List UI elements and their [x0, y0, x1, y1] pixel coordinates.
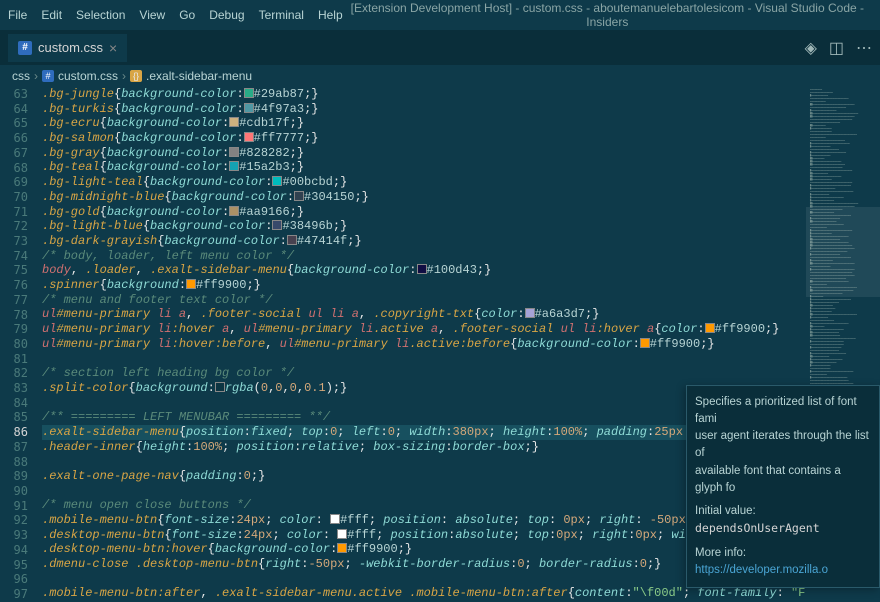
tooltip-initial-value: dependsOnUserAgent	[695, 521, 820, 535]
code-line[interactable]: .mobile-menu-btn:after, .exalt-sidebar-m…	[42, 586, 806, 601]
tooltip-more-info-label: More info:	[695, 547, 746, 559]
menu-item-view[interactable]: View	[139, 8, 165, 22]
css-file-icon: #	[18, 41, 32, 55]
breadcrumb-folder[interactable]: css	[12, 69, 30, 83]
hover-tooltip: Specifies a prioritized list of font fam…	[686, 385, 880, 589]
code-line[interactable]: .bg-jungle{background-color:#29ab87;}	[42, 87, 806, 102]
code-line[interactable]: .bg-teal{background-color:#15a2b3;}	[42, 160, 806, 175]
css-file-icon: #	[42, 70, 54, 82]
code-line[interactable]: .bg-light-teal{background-color:#00bcbd;…	[42, 175, 806, 190]
code-line[interactable]: .bg-dark-grayish{background-color:#47414…	[42, 234, 806, 249]
more-actions-icon[interactable]: ⋯	[856, 38, 872, 58]
tab-bar: # custom.css × ◈ ◫ ⋯	[0, 30, 880, 65]
code-line[interactable]: /* menu and footer text color */	[42, 293, 806, 308]
tooltip-link[interactable]: https://developer.mozilla.o	[695, 564, 828, 576]
code-line[interactable]: ul#menu-primary li:hover:before, ul#menu…	[42, 337, 806, 352]
menubar: File Edit Selection View Go Debug Terminal Help	[8, 8, 343, 22]
code-line[interactable]: /* body, loader, left menu color */	[42, 249, 806, 264]
menu-item-edit[interactable]: Edit	[41, 8, 62, 22]
window-title: [Extension Development Host] - custom.cs…	[343, 1, 872, 29]
tab-label: custom.css	[38, 40, 103, 55]
code-line[interactable]	[42, 351, 806, 366]
go-to-next-problem-icon[interactable]: ◈	[805, 38, 817, 58]
breadcrumbs[interactable]: css › # custom.css › {} .exalt-sidebar-m…	[0, 65, 880, 87]
code-line[interactable]: .bg-light-blue{background-color:#38496b;…	[42, 219, 806, 234]
chevron-right-icon: ›	[34, 69, 38, 83]
minimap-thumb[interactable]	[806, 207, 880, 297]
menu-item-terminal[interactable]: Terminal	[259, 8, 304, 22]
code-line[interactable]: .bg-gold{background-color:#aa9166;}	[42, 205, 806, 220]
titlebar: File Edit Selection View Go Debug Terminal Help…	[0, 0, 880, 30]
code-line[interactable]: .bg-gray{background-color:#828282;}	[42, 146, 806, 161]
code-line[interactable]: /* section left heading bg color */	[42, 366, 806, 381]
menu-item-file[interactable]: File	[8, 8, 27, 22]
breadcrumb-symbol[interactable]: .exalt-sidebar-menu	[146, 69, 252, 83]
split-editor-icon[interactable]: ◫	[829, 38, 844, 58]
menu-item-help[interactable]: Help	[318, 8, 343, 22]
tab-custom-css[interactable]: # custom.css ×	[8, 34, 127, 62]
breadcrumb-file[interactable]: custom.css	[58, 69, 118, 83]
code-line[interactable]: .bg-turkis{background-color:#4f97a3;}	[42, 102, 806, 117]
code-line[interactable]: .spinner{background:#ff9900;}	[42, 278, 806, 293]
code-line[interactable]: ul#menu-primary li a, .footer-social ul …	[42, 307, 806, 322]
chevron-right-icon: ›	[122, 69, 126, 83]
code-line[interactable]: .bg-ecru{background-color:#cdb17f;}	[42, 116, 806, 131]
css-rule-icon: {}	[130, 70, 142, 82]
tooltip-initial-label: Initial value:	[695, 505, 756, 517]
menu-item-go[interactable]: Go	[179, 8, 195, 22]
code-line[interactable]: .bg-salmon{background-color:#ff7777;}	[42, 131, 806, 146]
code-line[interactable]: .bg-midnight-blue{background-color:#3041…	[42, 190, 806, 205]
code-line[interactable]: ul#menu-primary li:hover a, ul#menu-prim…	[42, 322, 806, 337]
code-line[interactable]: body, .loader, .exalt-sidebar-menu{backg…	[42, 263, 806, 278]
line-numbers: 6364656667686970717273747576777879808182…	[0, 87, 42, 602]
close-icon[interactable]: ×	[109, 40, 117, 56]
menu-item-selection[interactable]: Selection	[76, 8, 125, 22]
tooltip-description: Specifies a prioritized list of font fam…	[695, 394, 871, 498]
menu-item-debug[interactable]: Debug	[209, 8, 244, 22]
